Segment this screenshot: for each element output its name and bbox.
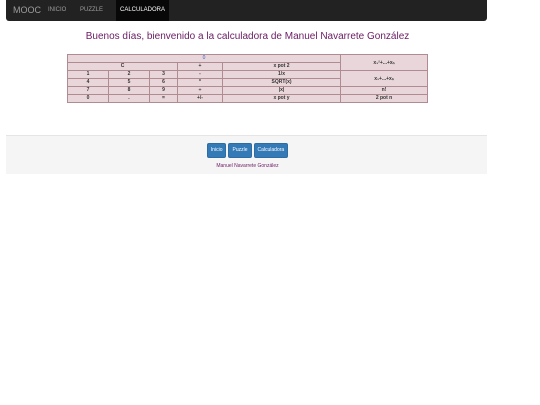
factorial-button[interactable]: n! — [340, 86, 429, 95]
sum-squares-button[interactable]: x₁²+...+xₙ — [340, 54, 429, 71]
calculator-display[interactable]: 0 — [66, 54, 342, 63]
digit-3-button[interactable]: 3 — [149, 70, 178, 79]
power-button[interactable]: x pot y — [221, 94, 342, 103]
digit-7-button[interactable]: 7 — [67, 86, 109, 95]
calculator-table: 0 x₁²+...+xₙ C + x pot 2 1 2 3 - 1/x x₁+… — [66, 54, 429, 103]
pow2n-button[interactable]: 2 pot n — [340, 94, 429, 103]
equals-button[interactable]: = — [149, 94, 178, 103]
sum-button[interactable]: x₁+...+xₙ — [340, 70, 429, 87]
divide-button[interactable]: ÷ — [177, 86, 223, 95]
sign-button[interactable]: +/- — [177, 94, 223, 103]
digit-5-button[interactable]: 5 — [108, 78, 150, 87]
decimal-button[interactable]: . — [108, 94, 150, 103]
footer-inicio-button[interactable]: Inicio — [206, 143, 227, 158]
plus-button[interactable]: + — [177, 62, 223, 71]
digit-4-button[interactable]: 4 — [67, 78, 109, 87]
footer-buttons: Inicio Puzzle Calculadora — [0, 143, 495, 158]
top-navbar: MOOC INICIO PUZZLE CALCULADORA — [6, 0, 487, 21]
square-button[interactable]: x pot 2 — [221, 62, 342, 71]
nav-link-inicio[interactable]: INICIO — [48, 7, 66, 13]
sqrt-button[interactable]: SQRT(x) — [221, 78, 342, 87]
clear-button[interactable]: C — [67, 62, 178, 71]
multiply-button[interactable]: * — [177, 78, 223, 87]
minus-button[interactable]: - — [177, 70, 223, 79]
footer-puzzle-button[interactable]: Puzzle — [228, 143, 252, 158]
digit-9-button[interactable]: 9 — [149, 86, 178, 95]
brand-logo[interactable]: MOOC — [13, 5, 41, 15]
footer-credit: Manuel Navarrete González — [216, 163, 279, 169]
digit-8-button[interactable]: 8 — [108, 86, 150, 95]
nav-link-puzzle[interactable]: PUZZLE — [80, 7, 103, 13]
page-title: Buenos días, bienvenido a la calculadora… — [85, 31, 410, 42]
digit-1-button[interactable]: 1 — [67, 70, 109, 79]
digit-2-button[interactable]: 2 — [108, 70, 150, 79]
abs-button[interactable]: |x| — [221, 86, 342, 95]
inverse-button[interactable]: 1/x — [221, 70, 342, 79]
digit-6-button[interactable]: 6 — [149, 78, 178, 87]
nav-link-calculadora[interactable]: CALCULADORA — [116, 0, 170, 21]
digit-0-button[interactable]: 0 — [67, 94, 109, 103]
footer-calculadora-button[interactable]: Calculadora — [253, 143, 289, 158]
